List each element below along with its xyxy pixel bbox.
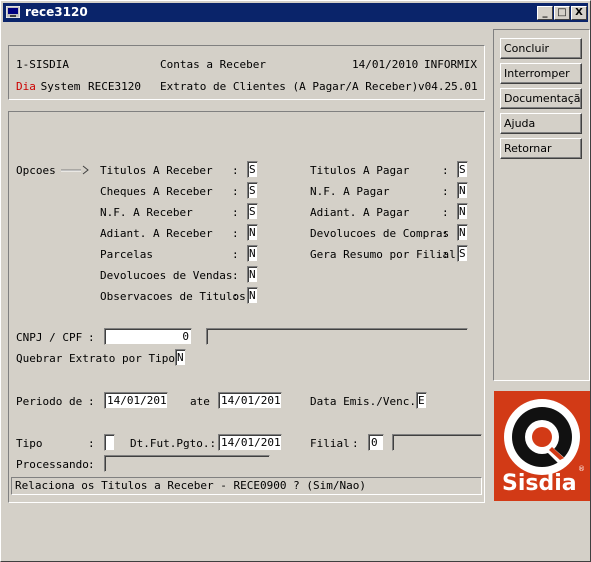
colon: : — [442, 227, 449, 240]
processando-field — [104, 455, 270, 472]
option-label: Adiant. A Receber — [100, 227, 213, 240]
option-label: Parcelas — [100, 248, 153, 261]
nf-receber-field[interactable]: S — [247, 203, 258, 220]
nf-pagar-field[interactable]: N — [457, 182, 468, 199]
colon: : — [442, 248, 449, 261]
devolucoes-vendas-field[interactable]: N — [247, 266, 258, 283]
option-label: Devolucoes de Vendas — [100, 269, 233, 282]
cnpj-name-field — [206, 328, 468, 345]
adiant-pagar-field[interactable]: N — [457, 203, 468, 220]
ate-label: ate — [190, 395, 210, 408]
program-version: v04.25.01 — [418, 80, 478, 93]
filial-label: Filial — [310, 437, 350, 450]
colon: : — [232, 290, 239, 303]
option-label: N.F. A Receber — [100, 206, 193, 219]
interromper-button[interactable]: Interromper — [500, 63, 582, 84]
colon: : — [442, 206, 449, 219]
app-window-icon — [6, 6, 20, 18]
options-label: Opcoes — [16, 164, 56, 177]
observacoes-titulos-field[interactable]: N — [247, 287, 258, 304]
titulos-pagar-field[interactable]: S — [457, 161, 468, 178]
colon: : — [88, 437, 95, 450]
cnpj-label: CNPJ / CPF — [16, 331, 83, 344]
option-label: Cheques A Receber — [100, 185, 213, 198]
header-date: 14/01/2010 — [352, 58, 419, 71]
application-window: rece3120 _ □ X 1-SISDIA Contas a Receber… — [0, 0, 591, 562]
system-name: 1-SISDIA — [16, 58, 69, 71]
brand-system: System — [34, 80, 81, 93]
colon: : — [88, 331, 95, 344]
colon: : — [232, 227, 239, 240]
adiant-receber-field[interactable]: N — [247, 224, 258, 241]
colon: : — [232, 269, 239, 282]
tipo-field[interactable] — [104, 434, 115, 451]
documentacao-button[interactable]: Documentação — [500, 88, 582, 109]
concluir-button[interactable]: Concluir — [500, 38, 582, 59]
minimize-button[interactable]: _ — [537, 6, 553, 20]
emis-venc-field[interactable]: E — [416, 392, 427, 409]
colon: : — [232, 248, 239, 261]
cnpj-input[interactable]: 0 — [104, 328, 192, 345]
colon: : — [442, 164, 449, 177]
gera-resumo-filial-field[interactable]: S — [457, 245, 468, 262]
colon: : — [88, 458, 95, 471]
database-name: INFORMIX — [424, 58, 477, 71]
retornar-button[interactable]: Retornar — [500, 138, 582, 159]
close-button[interactable]: X — [571, 6, 587, 20]
option-label: Titulos A Pagar — [310, 164, 410, 177]
periodo-to-input[interactable]: 14/01/2010 — [218, 392, 282, 409]
program-code: RECE3120 — [88, 80, 141, 93]
option-label: Gera Resumo por Filial — [310, 248, 456, 261]
colon: : — [232, 164, 239, 177]
status-message: Relaciona os Titulos a Receber - RECE090… — [11, 477, 482, 495]
title-bar[interactable]: rece3120 _ □ X — [3, 3, 588, 22]
cheques-receber-field[interactable]: S — [247, 182, 258, 199]
module-name: Contas a Receber — [160, 58, 266, 71]
brand-dia: Dia — [16, 80, 36, 93]
option-label: Adiant. A Pagar — [310, 206, 410, 219]
dtfut-label: Dt.Fut.Pgto.: — [130, 437, 217, 450]
processando-label: Processando — [16, 458, 89, 471]
colon: : — [232, 185, 239, 198]
window-title: rece3120 — [25, 5, 88, 19]
ajuda-button[interactable]: Ajuda — [500, 113, 582, 134]
filial-input[interactable]: 0 — [368, 434, 384, 451]
program-description: Extrato de Clientes (A Pagar/A Receber) — [160, 80, 419, 93]
dtfut-input[interactable]: 14/01/2010 — [218, 434, 282, 451]
sisdia-logo: Sisdia ® — [494, 391, 590, 501]
option-label: Observacoes de Titulos — [100, 290, 246, 303]
option-label: Devolucoes de Compras — [310, 227, 450, 240]
logo-text: Sisdia — [502, 471, 577, 496]
titulos-receber-field[interactable]: S — [247, 161, 258, 178]
devolucoes-compras-field[interactable]: N — [457, 224, 468, 241]
emis-venc-label: Data Emis./Venc. — [310, 395, 416, 408]
colon: : — [88, 395, 95, 408]
filial-name-field — [392, 434, 482, 451]
quebrar-field[interactable]: N — [175, 349, 186, 366]
quebrar-label: Quebrar Extrato por Tipo: — [16, 352, 182, 365]
parcelas-field[interactable]: N — [247, 245, 258, 262]
colon: : — [352, 437, 359, 450]
maximize-button[interactable]: □ — [554, 6, 570, 20]
registered-mark: ® — [578, 465, 585, 473]
option-label: N.F. A Pagar — [310, 185, 390, 198]
tipo-label: Tipo — [16, 437, 43, 450]
colon: : — [232, 206, 239, 219]
periodo-label: Periodo de — [16, 395, 83, 408]
periodo-from-input[interactable]: 14/01/2010 — [104, 392, 168, 409]
option-label: Titulos A Receber — [100, 164, 213, 177]
arrow-right-icon — [61, 165, 89, 175]
colon: : — [442, 185, 449, 198]
